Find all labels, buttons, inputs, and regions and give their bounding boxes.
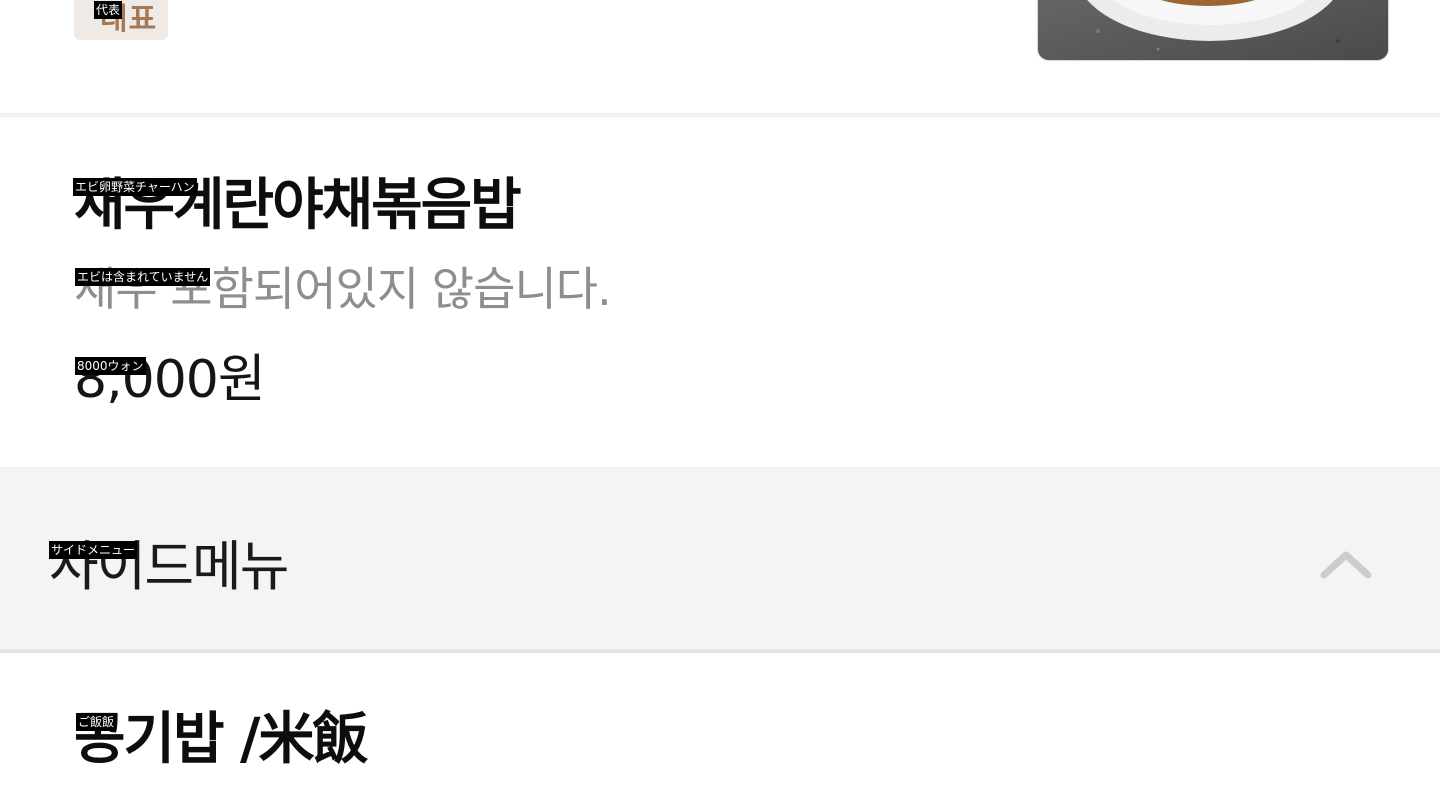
next-menu-item[interactable]: 공기밥 /米飯 — [0, 653, 1440, 800]
translation-label-badge: 代表 — [94, 1, 123, 19]
food-photo — [1037, 0, 1389, 61]
chevron-up-icon[interactable] — [1318, 547, 1374, 583]
translation-label-name: エビ卵野菜チャーハン — [73, 178, 197, 196]
translation-label-description: エビは含まれていません — [75, 268, 211, 286]
food-photo-image — [1038, 0, 1388, 60]
previous-menu-item[interactable]: 대표 — [0, 0, 1440, 113]
side-menu-section-header[interactable]: 사이드메뉴 — [0, 467, 1440, 649]
translation-label-section: サイドメニュー — [49, 541, 138, 559]
menu-item[interactable]: 새우계란야채볶음밥 새우 포함되어있지 않습니다. 8,000원 — [0, 117, 1440, 467]
translation-label-price: 8000ウォン — [75, 357, 146, 375]
menu-page: 대표 새우계란야채볶음밥 새우 포함되어있지 않습니다. 8,000원 사이드메… — [0, 0, 1440, 800]
next-menu-item-name: 공기밥 /米飯 — [74, 707, 369, 772]
translation-label-next-item: ご飯飯 — [76, 713, 117, 731]
